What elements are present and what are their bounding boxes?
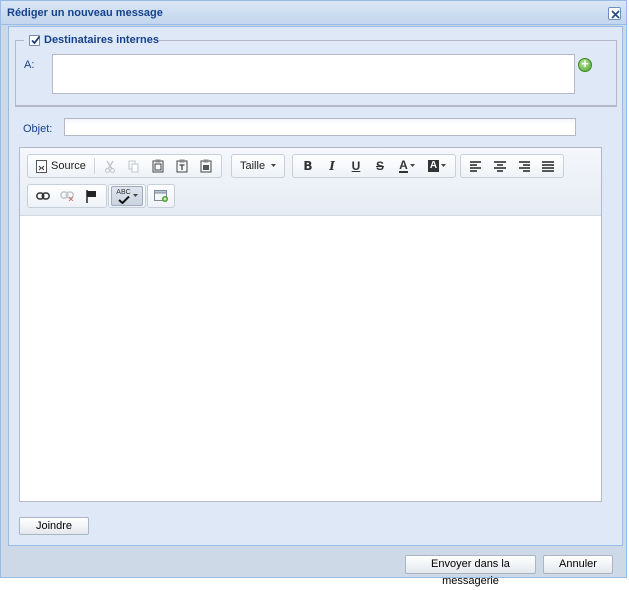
toolbar-group-spellcheck: ABC <box>108 184 146 208</box>
toolbar-group-links <box>27 184 107 208</box>
compose-window: Rédiger un nouveau message Destinataires… <box>0 0 627 587</box>
bold-button[interactable]: B <box>297 156 319 176</box>
align-left-icon[interactable] <box>465 156 487 176</box>
add-recipient-icon[interactable]: + <box>578 56 592 72</box>
align-justify-icon[interactable] <box>537 156 559 176</box>
toolbar-group-align <box>460 154 564 178</box>
unlink-icon[interactable] <box>56 186 78 206</box>
recipients-legend: Destinataires internes <box>29 33 159 47</box>
divider <box>15 106 617 107</box>
fieldset-border <box>159 40 617 41</box>
spellcheck-icon: ABC <box>116 189 131 204</box>
spellcheck-button[interactable]: ABC <box>111 186 143 206</box>
toolbar-separator <box>93 158 95 174</box>
insert-template-icon[interactable] <box>150 186 172 206</box>
source-label: Source <box>51 160 86 172</box>
chevron-down-icon <box>271 164 277 167</box>
font-size-label: Taille <box>240 160 266 172</box>
recipients-legend-label: Destinataires internes <box>44 34 159 46</box>
toolbar-group-size: Taille <box>231 154 286 178</box>
background-color-icon: A <box>427 160 440 172</box>
editor-toolbar: Source Taille B I U S A A ABC <box>20 148 601 216</box>
toolbar-group-clipboard: Source <box>27 154 222 178</box>
cancel-button[interactable]: Annuler <box>543 555 613 574</box>
to-label: A: <box>24 59 35 71</box>
chevron-down-icon <box>441 164 447 167</box>
anchor-flag-icon[interactable] <box>80 186 102 206</box>
cut-icon[interactable] <box>99 156 121 176</box>
rich-text-editor: Source Taille B I U S A A ABC <box>19 147 602 502</box>
toolbar-group-insert <box>147 184 175 208</box>
text-color-icon: A <box>399 157 408 173</box>
chevron-down-icon <box>132 194 138 197</box>
paste-word-icon[interactable] <box>195 156 217 176</box>
underline-button[interactable]: U <box>345 156 367 176</box>
source-button[interactable]: Source <box>32 159 90 173</box>
close-icon[interactable] <box>608 7 621 20</box>
background-color-button[interactable]: A <box>423 156 451 176</box>
to-field[interactable] <box>52 54 575 94</box>
compose-body: Destinataires internes A: + Objet: Sourc… <box>8 26 623 546</box>
internal-recipients-checkbox[interactable] <box>29 34 41 46</box>
paste-icon[interactable] <box>147 156 169 176</box>
subject-label: Objet: <box>23 123 53 135</box>
window-titlebar[interactable]: Rédiger un nouveau message <box>1 1 626 25</box>
link-icon[interactable] <box>32 186 54 206</box>
source-icon <box>36 159 47 173</box>
fieldset-border <box>15 40 24 41</box>
italic-button[interactable]: I <box>321 156 343 176</box>
align-right-icon[interactable] <box>513 156 535 176</box>
copy-icon[interactable] <box>123 156 145 176</box>
align-center-icon[interactable] <box>489 156 511 176</box>
send-button[interactable]: Envoyer dans la messagerie <box>405 555 536 587</box>
attach-button[interactable]: Joindre <box>19 517 89 535</box>
text-color-button[interactable]: A <box>393 156 421 176</box>
paste-text-icon[interactable] <box>171 156 193 176</box>
toolbar-group-format: B I U S A A <box>292 154 456 178</box>
editor-content-area[interactable] <box>20 217 601 501</box>
font-size-dropdown[interactable]: Taille <box>236 160 280 172</box>
window-title: Rédiger un nouveau message <box>7 7 163 19</box>
subject-input[interactable] <box>64 118 576 136</box>
strikethrough-button[interactable]: S <box>369 156 391 176</box>
chevron-down-icon <box>409 164 415 167</box>
